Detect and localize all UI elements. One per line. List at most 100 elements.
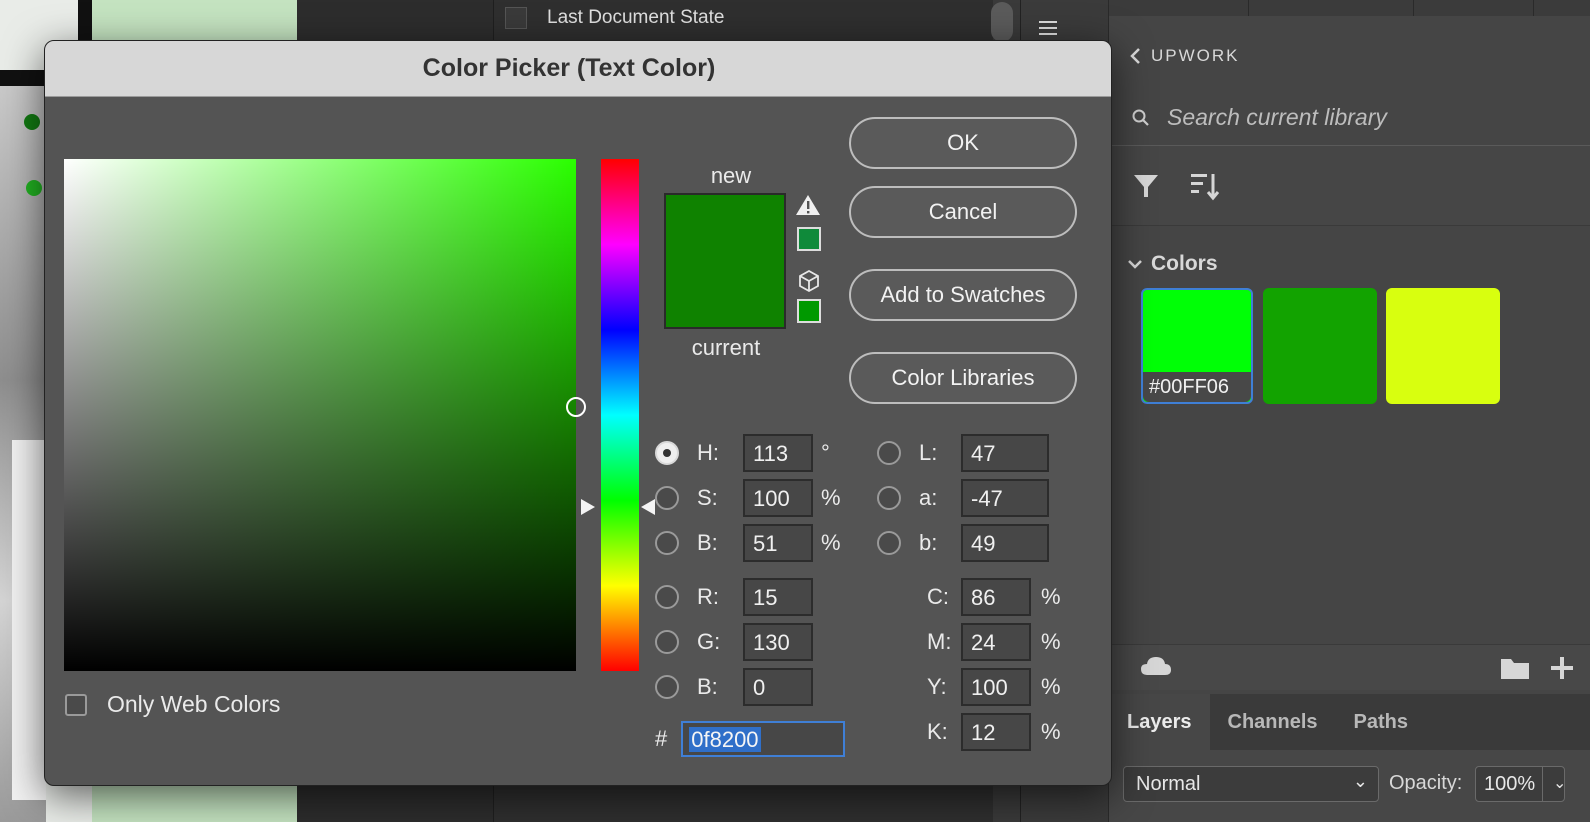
tab-channels[interactable]: Channels <box>1210 694 1336 750</box>
history-item[interactable]: Last Document State <box>494 0 994 36</box>
only-web-colors-checkbox[interactable] <box>65 693 87 716</box>
saturation-brightness-field[interactable] <box>64 159 586 671</box>
add-icon[interactable] <box>1549 655 1575 681</box>
brightness-unit: % <box>821 530 841 555</box>
sort-icon[interactable] <box>1189 170 1221 202</box>
library-color-swatch[interactable] <box>1263 288 1377 404</box>
cloud-icon[interactable] <box>1139 655 1173 679</box>
hue-radio[interactable] <box>655 441 679 465</box>
blue-label: B: <box>697 674 718 699</box>
canvas-photo-highlight <box>12 440 46 800</box>
chevron-down-icon[interactable]: ⌄ <box>1542 767 1576 801</box>
tab-paths[interactable]: Paths <box>1336 694 1426 750</box>
green-label: G: <box>697 629 721 654</box>
green-input[interactable]: 130 <box>743 623 813 661</box>
lab-a-row: a: -47 <box>877 478 1049 518</box>
hex-label: # <box>655 726 668 751</box>
black-input[interactable]: 12 <box>961 713 1031 751</box>
folder-icon[interactable] <box>1499 655 1531 681</box>
color-field-marker[interactable] <box>566 397 586 417</box>
blue-radio[interactable] <box>655 675 679 699</box>
saturation-row: S: 100 % <box>655 478 841 518</box>
saturation-radio[interactable] <box>655 486 679 510</box>
hue-row: H: 113 ° <box>655 433 830 473</box>
yellow-row: Y: 100 % <box>927 667 1061 707</box>
lab-a-label: a: <box>919 485 938 510</box>
color-libraries-button[interactable]: Color Libraries <box>849 352 1077 404</box>
libraries-panel: UPWORK Colors #00FF06 Layers Channels Pa… <box>1108 0 1590 822</box>
library-color-swatch[interactable]: #00FF06 <box>1141 288 1253 404</box>
hex-input[interactable]: 0f8200 <box>681 721 846 757</box>
current-color-label: current <box>691 335 761 360</box>
web-safe-color-swatch[interactable] <box>797 299 821 323</box>
tab-layers[interactable]: Layers <box>1109 694 1210 750</box>
black-label: K: <box>927 719 948 744</box>
black-row: K: 12 % <box>927 712 1061 752</box>
lab-b-label: b: <box>919 530 938 555</box>
cyan-input[interactable]: 86 <box>961 578 1031 616</box>
web-safe-cube-icon[interactable] <box>797 269 821 293</box>
saturation-unit: % <box>821 485 841 510</box>
history-item-label: Last Document State <box>547 7 725 28</box>
hue-slider[interactable] <box>601 159 639 671</box>
saturation-input[interactable]: 100 <box>743 479 813 517</box>
lab-b-radio[interactable] <box>877 531 901 555</box>
brightness-input[interactable]: 51 <box>743 524 813 562</box>
lab-l-input[interactable]: 47 <box>961 434 1049 472</box>
hue-input[interactable]: 113 <box>743 434 813 472</box>
yellow-label: Y: <box>927 674 947 699</box>
only-web-colors-option[interactable]: Only Web Colors <box>65 691 280 718</box>
hex-value: 0f8200 <box>689 727 761 752</box>
lab-l-radio[interactable] <box>877 441 901 465</box>
lab-a-radio[interactable] <box>877 486 901 510</box>
canvas-dot <box>26 180 42 196</box>
chevron-down-icon <box>1128 260 1142 269</box>
red-row: R: 15 <box>655 577 813 617</box>
yellow-input[interactable]: 100 <box>961 668 1031 706</box>
filter-icon[interactable] <box>1131 171 1161 201</box>
library-name: UPWORK <box>1151 46 1240 65</box>
library-color-swatch[interactable] <box>1386 288 1500 404</box>
hue-slider-handle-left[interactable] <box>581 499 595 515</box>
dialog-titlebar[interactable]: Color Picker (Text Color) <box>45 41 1111 97</box>
gamut-color-swatch[interactable] <box>797 227 821 251</box>
colors-section-toggle[interactable]: Colors <box>1127 252 1218 276</box>
ok-button[interactable]: OK <box>849 117 1077 169</box>
lab-l-label: L: <box>919 440 938 465</box>
blend-mode-value: Normal <box>1136 773 1201 795</box>
brightness-radio[interactable] <box>655 531 679 555</box>
cancel-button[interactable]: Cancel <box>849 186 1077 238</box>
brightness-label: B: <box>697 530 718 555</box>
dialog-title: Color Picker (Text Color) <box>422 54 716 82</box>
hue-slider-handle-right[interactable] <box>641 499 655 515</box>
yellow-unit: % <box>1041 674 1061 699</box>
search-icon <box>1132 109 1149 126</box>
green-row: G: 130 <box>655 622 813 662</box>
magenta-input[interactable]: 24 <box>961 623 1031 661</box>
current-color-swatch[interactable] <box>666 261 784 327</box>
history-scrollbar[interactable] <box>991 2 1013 42</box>
cyan-unit: % <box>1041 584 1061 609</box>
opacity-label: Opacity: <box>1389 772 1463 794</box>
red-radio[interactable] <box>655 585 679 609</box>
only-web-colors-label: Only Web Colors <box>107 691 281 717</box>
lab-b-input[interactable]: 49 <box>961 524 1049 562</box>
color-preview <box>664 193 786 329</box>
add-to-swatches-button[interactable]: Add to Swatches <box>849 269 1077 321</box>
library-search-input[interactable] <box>1167 104 1567 131</box>
blue-input[interactable]: 0 <box>743 668 813 706</box>
saturation-label: S: <box>697 485 718 510</box>
red-input[interactable]: 15 <box>743 578 813 616</box>
history-snapshot-checkbox[interactable] <box>505 7 527 29</box>
opacity-field[interactable]: 100% ⌄ <box>1475 766 1566 802</box>
red-label: R: <box>697 584 719 609</box>
library-footer <box>1109 644 1590 690</box>
library-back-button[interactable]: UPWORK <box>1129 46 1240 66</box>
brightness-row: B: 51 % <box>655 523 841 563</box>
lab-a-input[interactable]: -47 <box>961 479 1049 517</box>
new-color-swatch <box>666 195 784 261</box>
out-of-gamut-warning-icon[interactable] <box>795 193 821 217</box>
green-radio[interactable] <box>655 630 679 654</box>
color-picker-dialog: Color Picker (Text Color) new current OK… <box>44 40 1112 786</box>
blend-mode-select[interactable]: Normal ⌄ <box>1123 766 1379 802</box>
